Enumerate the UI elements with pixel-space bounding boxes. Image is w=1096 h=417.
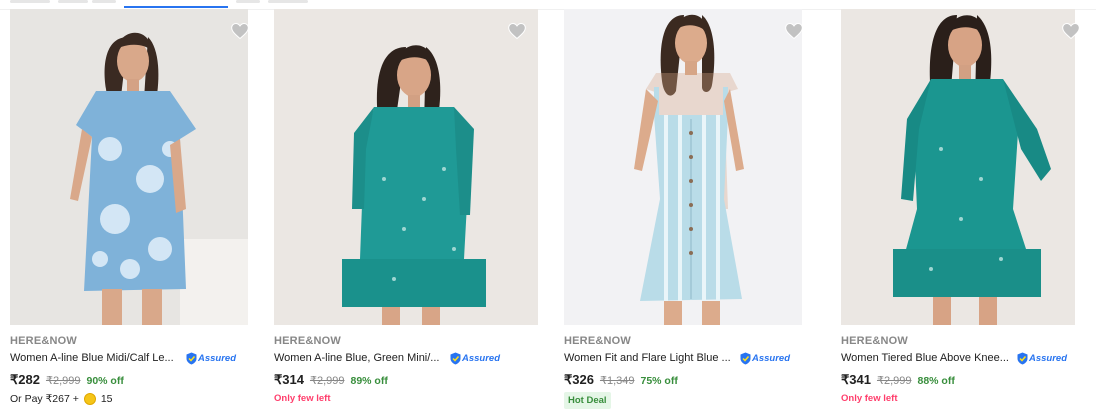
or-pay-text: Or Pay ₹267 + xyxy=(10,393,79,405)
deal-badge-row: Hot Deal xyxy=(564,392,611,409)
stock-status: Only few left xyxy=(841,393,897,404)
selling-price: ₹282 xyxy=(10,372,40,387)
assured-shield-icon xyxy=(450,352,461,364)
product-title[interactable]: Women Tiered Blue Above Knee... xyxy=(841,352,1011,364)
product-brand: HERE&NOW xyxy=(564,335,631,347)
discount-percent: 88% off xyxy=(917,375,955,387)
assured-label: Assured xyxy=(198,352,237,364)
original-price: ₹2,999 xyxy=(45,375,81,387)
discount-percent: 75% off xyxy=(640,375,678,387)
stock-status: Only few left xyxy=(274,393,330,404)
selling-price: ₹326 xyxy=(564,372,594,387)
product-image[interactable] xyxy=(564,9,802,325)
discount-percent: 89% off xyxy=(350,375,388,387)
assured-label: Assured xyxy=(462,352,501,364)
filter-chip-fragment xyxy=(236,0,260,3)
wishlist-heart-icon[interactable] xyxy=(507,21,527,41)
wishlist-heart-icon[interactable] xyxy=(1061,21,1081,41)
few-left-label: Only few left xyxy=(841,393,898,404)
assured-shield-icon xyxy=(186,352,197,364)
product-brand: HERE&NOW xyxy=(10,335,77,347)
selling-price: ₹341 xyxy=(841,372,871,387)
assured-shield-icon xyxy=(740,352,751,364)
product-card[interactable]: HERE&NOW Women Fit and Flare Light Blue … xyxy=(564,9,824,417)
supercoin-icon xyxy=(83,393,96,405)
selling-price: ₹314 xyxy=(274,372,304,387)
product-card[interactable]: HERE&NOW Women A-line Blue, Green Mini/.… xyxy=(274,9,538,417)
few-left-label: Only few left xyxy=(274,393,331,404)
product-brand: HERE&NOW xyxy=(841,335,908,347)
assured-label: Assured xyxy=(752,352,791,364)
discount-percent: 90% off xyxy=(86,375,124,387)
product-brand: HERE&NOW xyxy=(274,335,341,347)
assured-badge: Assured xyxy=(740,352,790,365)
assured-badge: Assured xyxy=(450,352,500,365)
original-price: ₹2,999 xyxy=(309,375,345,387)
product-image[interactable] xyxy=(274,9,538,325)
wishlist-heart-icon[interactable] xyxy=(230,21,250,41)
supercoin-count: 15 xyxy=(100,393,113,405)
filter-chip-fragment xyxy=(58,0,88,3)
assured-badge: Assured xyxy=(186,352,236,365)
assured-badge: Assured xyxy=(1017,352,1067,365)
product-image[interactable] xyxy=(841,9,1075,325)
original-price: ₹2,999 xyxy=(876,375,912,387)
wishlist-heart-icon[interactable] xyxy=(784,21,804,41)
filter-chip-fragment xyxy=(10,0,50,3)
filter-chip-fragment xyxy=(92,0,116,3)
assured-label: Assured xyxy=(1029,352,1068,364)
original-price: ₹1,349 xyxy=(599,375,635,387)
product-title[interactable]: Women A-line Blue Midi/Calf Le... xyxy=(10,352,180,364)
assured-shield-icon xyxy=(1017,352,1028,364)
or-pay-offer: Or Pay ₹267 + 15 xyxy=(10,393,113,405)
product-title[interactable]: Women A-line Blue, Green Mini/... xyxy=(274,352,444,364)
hot-deal-badge: Hot Deal xyxy=(564,392,611,409)
product-card[interactable]: HERE&NOW Women A-line Blue Midi/Calf Le.… xyxy=(10,9,270,417)
product-card[interactable]: HERE&NOW Women Tiered Blue Above Knee...… xyxy=(841,9,1096,417)
product-image[interactable] xyxy=(10,9,248,325)
product-title[interactable]: Women Fit and Flare Light Blue ... xyxy=(564,352,734,364)
filter-chip-fragment xyxy=(268,0,308,3)
active-sort-underline xyxy=(124,6,228,8)
